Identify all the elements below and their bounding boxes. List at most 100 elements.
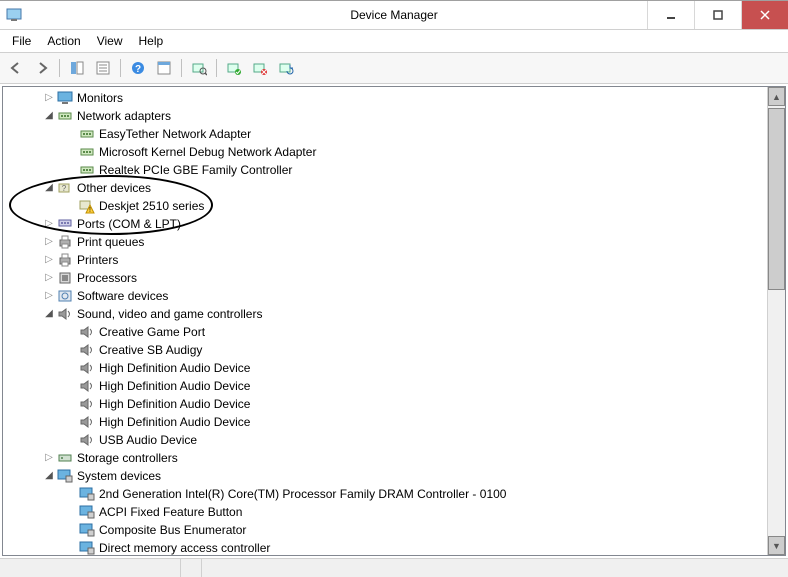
enable-button[interactable]	[222, 56, 246, 80]
scan-hardware-button[interactable]	[187, 56, 211, 80]
tree-label: Storage controllers	[77, 449, 178, 467]
tree-label: 2nd Generation Intel(R) Core(TM) Process…	[99, 485, 506, 503]
device-tree[interactable]: MonitorsNetwork adaptersEasyTether Netwo…	[3, 87, 767, 555]
sound-icon	[79, 342, 95, 358]
tree-item[interactable]: EasyTether Network Adapter	[3, 125, 767, 143]
window-title: Device Manager	[350, 8, 437, 22]
expand-icon[interactable]	[43, 269, 55, 287]
disable-button[interactable]	[248, 56, 272, 80]
tree-label: High Definition Audio Device	[99, 377, 250, 395]
tree-label: EasyTether Network Adapter	[99, 125, 251, 143]
tree-label: High Definition Audio Device	[99, 359, 250, 377]
tree-label: ACPI Fixed Feature Button	[99, 503, 242, 521]
warn-icon: !	[79, 198, 95, 214]
sound-icon	[79, 360, 95, 376]
tree-item[interactable]: High Definition Audio Device	[3, 413, 767, 431]
net-icon	[57, 108, 73, 124]
scroll-track[interactable]	[768, 290, 785, 536]
expand-icon[interactable]	[43, 287, 55, 305]
scroll-up-button[interactable]: ▲	[768, 87, 785, 106]
back-button[interactable]	[4, 56, 28, 80]
svg-text:?: ?	[62, 184, 67, 193]
net-icon	[79, 162, 95, 178]
sound-icon	[79, 378, 95, 394]
tree-item[interactable]: High Definition Audio Device	[3, 377, 767, 395]
sound-icon	[79, 432, 95, 448]
tree-category[interactable]: Sound, video and game controllers	[3, 305, 767, 323]
tree-item[interactable]: ACPI Fixed Feature Button	[3, 503, 767, 521]
expand-icon[interactable]	[43, 215, 55, 233]
tree-category[interactable]: Storage controllers	[3, 449, 767, 467]
scroll-down-button[interactable]: ▼	[768, 536, 785, 555]
system-icon	[57, 468, 73, 484]
tree-item[interactable]: High Definition Audio Device	[3, 395, 767, 413]
tree-label: Deskjet 2510 series	[99, 197, 204, 215]
system-icon	[79, 540, 95, 555]
tree-item[interactable]: USB Audio Device	[3, 431, 767, 449]
tree-item[interactable]: Creative Game Port	[3, 323, 767, 341]
client-area: MonitorsNetwork adaptersEasyTether Netwo…	[2, 86, 786, 556]
vertical-scrollbar[interactable]: ▲ ▼	[767, 87, 785, 555]
statusbar	[0, 558, 788, 577]
tree-category[interactable]: Processors	[3, 269, 767, 287]
tree-item[interactable]: !Deskjet 2510 series	[3, 197, 767, 215]
titlebar: Device Manager	[0, 1, 788, 30]
tree-label: Realtek PCIe GBE Family Controller	[99, 161, 292, 179]
tree-category[interactable]: Software devices	[3, 287, 767, 305]
tree-category[interactable]: ?Other devices	[3, 179, 767, 197]
tree-item[interactable]: High Definition Audio Device	[3, 359, 767, 377]
net-icon	[79, 126, 95, 142]
soft-icon	[57, 288, 73, 304]
tree-category[interactable]: System devices	[3, 467, 767, 485]
tree-item[interactable]: Direct memory access controller	[3, 539, 767, 555]
sound-icon	[57, 306, 73, 322]
tree-category[interactable]: Network adapters	[3, 107, 767, 125]
menu-action[interactable]: Action	[39, 32, 88, 50]
expand-icon[interactable]	[43, 251, 55, 269]
scroll-thumb[interactable]	[768, 108, 785, 290]
tree-item[interactable]: Microsoft Kernel Debug Network Adapter	[3, 143, 767, 161]
tree-item[interactable]: Creative SB Audigy	[3, 341, 767, 359]
tree-category[interactable]: Ports (COM & LPT)	[3, 215, 767, 233]
monitor-icon	[57, 90, 73, 106]
toolbar: ?	[0, 53, 788, 84]
printer-icon	[57, 252, 73, 268]
update-driver-button[interactable]	[274, 56, 298, 80]
expand-icon[interactable]	[43, 449, 55, 467]
properties-button[interactable]	[91, 56, 115, 80]
tree-label: Monitors	[77, 89, 123, 107]
close-button[interactable]	[741, 1, 788, 29]
tree-item[interactable]: Realtek PCIe GBE Family Controller	[3, 161, 767, 179]
action-button[interactable]	[152, 56, 176, 80]
sound-icon	[79, 324, 95, 340]
tree-label: Print queues	[77, 233, 144, 251]
system-icon	[79, 504, 95, 520]
expand-icon[interactable]	[43, 89, 55, 107]
collapse-icon[interactable]	[43, 305, 55, 323]
collapse-icon[interactable]	[43, 467, 55, 485]
net-icon	[79, 144, 95, 160]
separator	[59, 59, 60, 77]
menu-help[interactable]: Help	[131, 32, 172, 50]
app-icon	[6, 7, 22, 23]
tree-label: Printers	[77, 251, 118, 269]
help-button[interactable]: ?	[126, 56, 150, 80]
tree-category[interactable]: Printers	[3, 251, 767, 269]
minimize-button[interactable]	[647, 1, 694, 29]
menu-file[interactable]: File	[4, 32, 39, 50]
maximize-button[interactable]	[694, 1, 741, 29]
collapse-icon[interactable]	[43, 107, 55, 125]
tree-category[interactable]: Print queues	[3, 233, 767, 251]
tree-category[interactable]: Monitors	[3, 89, 767, 107]
forward-button[interactable]	[30, 56, 54, 80]
show-hide-tree-button[interactable]	[65, 56, 89, 80]
tree-label: High Definition Audio Device	[99, 395, 250, 413]
expand-icon[interactable]	[43, 233, 55, 251]
sound-icon	[79, 414, 95, 430]
tree-label: Processors	[77, 269, 137, 287]
tree-item[interactable]: Composite Bus Enumerator	[3, 521, 767, 539]
menu-view[interactable]: View	[89, 32, 131, 50]
collapse-icon[interactable]	[43, 179, 55, 197]
tree-label: Sound, video and game controllers	[77, 305, 262, 323]
tree-item[interactable]: 2nd Generation Intel(R) Core(TM) Process…	[3, 485, 767, 503]
